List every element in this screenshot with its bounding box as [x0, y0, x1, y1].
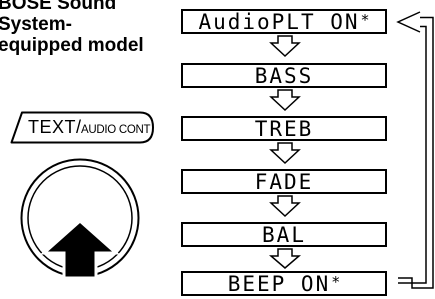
down-arrow-icon [269, 195, 301, 218]
down-arrow-icon [269, 35, 301, 58]
down-arrow-icon [269, 142, 301, 165]
return-loop-line [398, 25, 427, 284]
flow-arrows [268, 11, 434, 289]
return-loop-line [398, 16, 434, 289]
left-arrow-icon [396, 11, 421, 33]
down-arrow-icon [269, 89, 301, 112]
down-arrow-icon [268, 248, 302, 269]
